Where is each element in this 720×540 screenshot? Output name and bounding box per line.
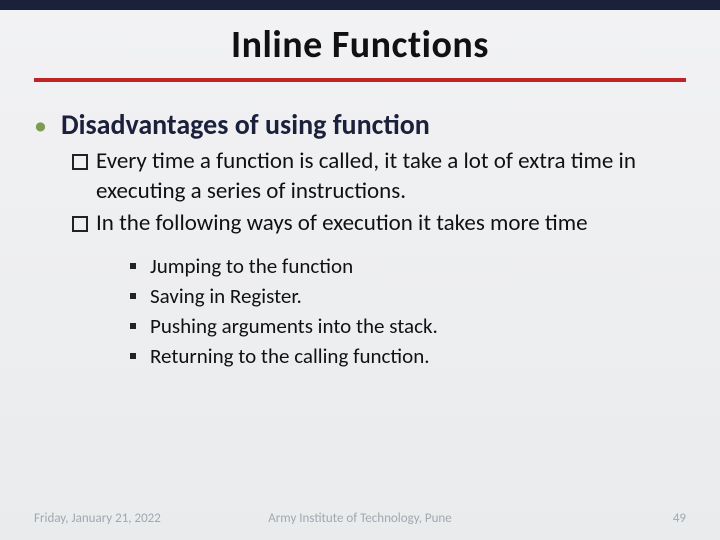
top-accent-bar — [0, 0, 720, 10]
content-area: • Disadvantages of using function Every … — [34, 108, 686, 372]
square-bullet-icon — [72, 216, 88, 232]
section-heading: Disadvantages of using function — [61, 108, 430, 142]
slide-title: Inline Functions — [0, 22, 720, 68]
sub-list: Every time a function is called, it take… — [72, 146, 686, 370]
footer-page-number: 49 — [673, 511, 686, 526]
point-text: In the following ways of execution it ta… — [96, 208, 588, 238]
list-item: • Disadvantages of using function — [34, 108, 686, 142]
subpoint-text: Pushing arguments into the stack. — [150, 312, 438, 340]
bullet-dot-icon: • — [34, 108, 47, 142]
list-item: Returning to the calling function. — [130, 342, 686, 370]
title-container: Inline Functions — [0, 22, 720, 68]
small-square-bullet-icon — [130, 293, 136, 299]
subpoint-text: Saving in Register. — [150, 282, 302, 310]
list-item: Every time a function is called, it take… — [72, 146, 686, 206]
list-item: Jumping to the function — [130, 252, 686, 280]
footer: Friday, January 21, 2022 Army Institute … — [34, 511, 686, 526]
small-square-bullet-icon — [130, 323, 136, 329]
small-square-bullet-icon — [130, 263, 136, 269]
list-item: Saving in Register. — [130, 282, 686, 310]
point-text: Every time a function is called, it take… — [96, 146, 686, 206]
footer-date: Friday, January 21, 2022 — [34, 511, 161, 526]
title-underline — [34, 78, 686, 82]
small-square-bullet-icon — [130, 353, 136, 359]
list-item: Pushing arguments into the stack. — [130, 312, 686, 340]
square-bullet-icon — [72, 154, 88, 170]
sub-sub-list: Jumping to the function Saving in Regist… — [130, 252, 686, 370]
subpoint-text: Jumping to the function — [150, 252, 353, 280]
list-item: In the following ways of execution it ta… — [72, 208, 686, 238]
slide: Inline Functions • Disadvantages of usin… — [0, 0, 720, 540]
subpoint-text: Returning to the calling function. — [150, 342, 430, 370]
